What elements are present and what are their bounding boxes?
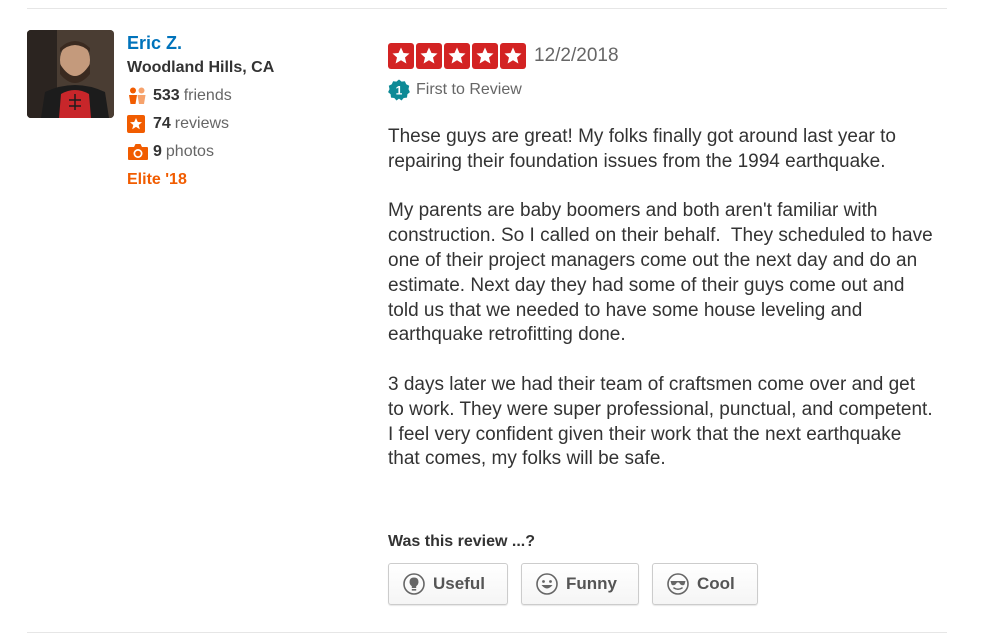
reviews-count: 74: [153, 115, 171, 132]
photos-count: 9: [153, 143, 162, 160]
rating-star-icon: [388, 43, 414, 69]
bottom-divider: [27, 632, 947, 633]
review-date: 12/2/2018: [534, 45, 619, 66]
star-icon: [127, 114, 149, 134]
cool-label: Cool: [697, 574, 735, 593]
useful-button[interactable]: Useful: [388, 563, 508, 605]
first-to-review: 1 First to Review: [388, 78, 948, 102]
photos-stat: 9 photos: [127, 142, 274, 162]
first-review-badge-icon: 1: [388, 79, 410, 101]
rating-row: 12/2/2018: [388, 42, 948, 70]
lightbulb-icon: [403, 573, 425, 595]
feedback-question: Was this review ...?: [388, 533, 536, 550]
rating-star-icon: [500, 43, 526, 69]
elite-badge[interactable]: Elite '18: [127, 170, 274, 190]
user-location: Woodland Hills, CA: [127, 59, 275, 76]
top-divider: [27, 8, 947, 9]
sunglasses-icon: [667, 573, 689, 595]
review-content: 12/2/2018 1 First to Review These guys a…: [388, 42, 948, 497]
reviews-stat: 74 reviews: [127, 114, 274, 134]
rating-star-icon: [416, 43, 442, 69]
camera-icon: [127, 142, 149, 162]
review-paragraph: These guys are great! My folks finally g…: [388, 126, 902, 172]
review-text: These guys are great! My folks finally g…: [388, 125, 933, 472]
friends-stat: 533 friends: [127, 86, 274, 106]
avatar[interactable]: [27, 30, 114, 118]
rating-star-icon: [472, 43, 498, 69]
vote-buttons: Useful Funny Cool: [388, 563, 771, 605]
smile-icon: [536, 573, 558, 595]
user-name-link[interactable]: Eric Z.: [127, 32, 274, 54]
rating-star-icon: [444, 43, 470, 69]
useful-label: Useful: [433, 574, 485, 593]
cool-button[interactable]: Cool: [652, 563, 758, 605]
star-rating: [388, 43, 526, 69]
friends-label: friends: [183, 87, 232, 104]
first-to-review-label: First to Review: [416, 81, 522, 98]
reviews-label: reviews: [174, 115, 230, 132]
friends-count: 533: [153, 87, 180, 104]
svg-text:1: 1: [396, 84, 403, 98]
friends-icon: [127, 86, 149, 106]
funny-label: Funny: [566, 574, 617, 593]
review-paragraph: 3 days later we had their team of crafts…: [388, 373, 938, 470]
photos-label: photos: [165, 143, 214, 160]
funny-button[interactable]: Funny: [521, 563, 639, 605]
review-paragraph: My parents are baby boomers and both are…: [388, 200, 938, 346]
user-passport: Eric Z. Woodland Hills, CA 533 friends 7…: [127, 32, 274, 190]
